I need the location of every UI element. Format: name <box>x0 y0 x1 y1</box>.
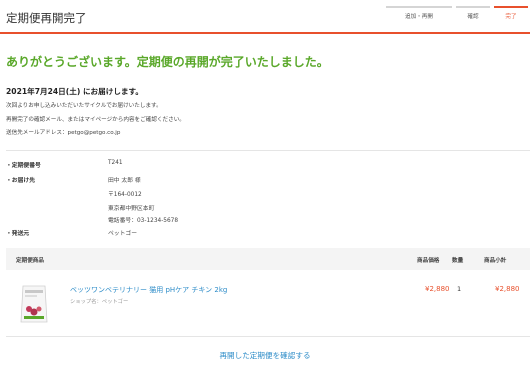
phone-number: 電話番号：03-1234-5678 <box>108 218 179 224</box>
delivery-date: 2021年7月24日(土) にお届けします。 <box>6 87 143 96</box>
page-header: 定期便再開完了 追加・再開 確認 完了 <box>0 0 530 34</box>
postal-code: 〒164-0012 <box>108 192 142 198</box>
shop-name: ショップ名：ペットゴー <box>70 299 129 305</box>
col-qty: 数量 <box>452 258 464 264</box>
sender-label: ・発送元 <box>6 231 30 237</box>
product-name-link[interactable]: ベッツワンベテリナリー 猫用 pHケア チキン 2kg <box>70 285 227 295</box>
sender: ペットゴー <box>108 231 137 237</box>
progress-steps: 追加・再開 確認 完了 <box>384 0 530 32</box>
view-resumed-subscription-link[interactable]: 再開した定期便を確認する <box>0 350 530 361</box>
product-image <box>20 285 48 323</box>
subscription-number-label: ・定期便番号 <box>6 163 41 169</box>
completion-headline: ありがとうございます。定期便の再開が完了いたしました。 <box>6 55 329 69</box>
recipient-name: 田中 太郎 様 <box>108 178 141 184</box>
divider <box>6 336 530 337</box>
page-title: 定期便再開完了 <box>6 11 87 25</box>
step-add-resume: 追加・再開 <box>384 0 454 32</box>
product-price: ¥2,880 <box>425 285 450 293</box>
info-cycle: 次回よりお申し込みいただいたサイクルでお届けいたします。 <box>6 103 162 109</box>
col-price: 商品価格 <box>417 258 440 264</box>
divider <box>6 150 530 151</box>
col-product: 定期便商品 <box>16 258 44 264</box>
col-subtotal: 商品小計 <box>484 258 507 264</box>
product-quantity: 1 <box>457 285 462 293</box>
pet-food-bag-icon[interactable] <box>19 283 49 325</box>
step-complete: 完了 <box>492 0 530 32</box>
step-bar <box>386 6 452 8</box>
step-label: 追加・再開 <box>405 14 433 20</box>
step-confirm: 確認 <box>454 0 492 32</box>
delivery-address-label: ・お届け先 <box>6 178 35 184</box>
product-table-header: 定期便商品 商品価格 数量 商品小計 <box>6 248 530 270</box>
step-label: 完了 <box>505 14 517 20</box>
step-label: 確認 <box>467 14 479 20</box>
product-subtotal: ¥2,880 <box>495 285 520 293</box>
info-email: 送信先メールアドレス：petgo@petgo.co.jp <box>6 130 121 136</box>
step-bar-active <box>494 6 528 8</box>
subscription-number: T241 <box>108 160 123 166</box>
step-bar <box>456 6 490 8</box>
address: 東京都中野区本町 <box>108 206 155 212</box>
info-confirm: 再開完了の確認メール、またはマイページから内容をご確認ください。 <box>6 117 185 123</box>
